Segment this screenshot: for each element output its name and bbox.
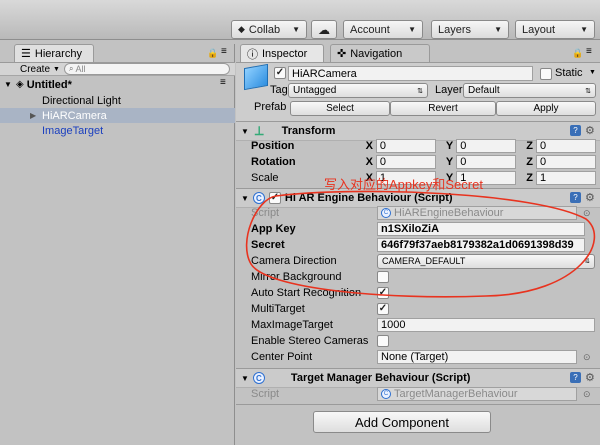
prefab-label: Prefab: [254, 101, 287, 113]
stereo-row: Enable Stereo Cameras: [251, 333, 600, 349]
rotation-z-field[interactable]: 0: [536, 155, 596, 169]
chevron-down-icon: ▼: [53, 65, 60, 73]
foldout-arrow-icon[interactable]: ▼: [241, 374, 249, 383]
tm-script-field[interactable]: C TargetManagerBehaviour: [377, 387, 577, 401]
help-book-icon[interactable]: ?: [570, 125, 581, 136]
prefab-revert-button[interactable]: Revert: [390, 101, 496, 116]
expand-arrow-icon[interactable]: ▼: [4, 80, 16, 89]
unity-scene-icon: ◈: [16, 79, 24, 90]
script-icon: C: [252, 372, 265, 384]
gear-icon[interactable]: ⚙: [585, 371, 595, 384]
cloud-icon: ☁: [318, 22, 330, 37]
layout-dropdown[interactable]: Layout ▼: [515, 20, 595, 39]
top-toolbar: ◆ Collab ▼ ☁ Account ▼ Layers ▼ Layout ▼: [0, 0, 600, 40]
active-checkbox[interactable]: [274, 67, 286, 79]
diamond-icon: ◆: [238, 24, 245, 34]
transform-axis-icon: ⟂: [254, 123, 264, 138]
expand-arrow-icon[interactable]: ▶: [30, 111, 42, 120]
divider: [236, 404, 600, 405]
annotation-ellipse: [245, 190, 596, 298]
prefab-apply-button[interactable]: Apply: [496, 101, 596, 116]
list-icon: ☰: [21, 48, 31, 60]
object-name-field[interactable]: HiARCamera: [288, 66, 533, 81]
target-manager-header[interactable]: ▼ C Target Manager Behaviour (Script): [236, 368, 600, 388]
account-dropdown[interactable]: Account ▼: [343, 20, 423, 39]
object-picker-icon[interactable]: ⊙: [583, 352, 591, 363]
position-y-field[interactable]: 0: [456, 139, 517, 153]
script-icon: C: [381, 389, 391, 399]
maximage-input[interactable]: 1000: [377, 318, 595, 332]
foldout-arrow-icon[interactable]: ▼: [241, 127, 249, 136]
collab-button[interactable]: ◆ Collab ▼: [231, 20, 307, 39]
navigation-icon: ✜: [337, 48, 347, 60]
panel-menu-icon[interactable]: ≡: [221, 46, 227, 57]
gear-icon[interactable]: ⚙: [585, 124, 595, 137]
create-dropdown[interactable]: Create ▼: [20, 62, 60, 76]
layers-dropdown[interactable]: Layers ▼: [431, 20, 509, 39]
add-component-button[interactable]: Add Component: [313, 411, 491, 433]
layer-dropdown[interactable]: Default ⇅: [463, 83, 596, 98]
stereo-cameras-checkbox[interactable]: [377, 335, 389, 347]
tab-navigation[interactable]: ✜ Navigation: [330, 44, 430, 62]
chevron-updown-icon: ⇅: [585, 87, 591, 95]
lock-icon[interactable]: 🔒: [572, 48, 583, 59]
hierarchy-panel: ☰ Hierarchy 🔒 ≡ Create ▼ ⌕ All ▼ ◈ Untit…: [0, 44, 235, 445]
center-point-row: Center Point None (Target) ⊙: [251, 350, 591, 364]
tab-hierarchy[interactable]: ☰ Hierarchy: [14, 44, 94, 62]
chevron-down-icon: ▼: [580, 25, 588, 34]
list-item[interactable]: ImageTarget: [42, 123, 103, 138]
chevron-down-icon: ▼: [408, 25, 416, 34]
center-point-field[interactable]: None (Target): [377, 350, 577, 364]
lock-icon[interactable]: 🔒: [207, 48, 218, 59]
info-icon: ⓘ: [247, 48, 258, 61]
scale-z-field[interactable]: 1: [536, 171, 596, 185]
rotation-x-field[interactable]: 0: [375, 155, 436, 169]
scene-menu-icon[interactable]: ≡: [220, 77, 226, 88]
tag-label: Tag: [270, 84, 288, 96]
object-picker-icon[interactable]: ⊙: [583, 389, 591, 400]
position-row: Position X0 Y0 Z0: [251, 138, 596, 154]
inspector-panel: ⓘ Inspector ✜ Navigation 🔒 ≡ HiARCamera …: [236, 44, 600, 445]
static-checkbox[interactable]: [540, 68, 552, 80]
position-z-field[interactable]: 0: [536, 139, 596, 153]
cloud-button[interactable]: ☁: [311, 20, 337, 39]
tm-script-row: Script C TargetManagerBehaviour ⊙: [251, 387, 591, 401]
maximage-row: MaxImageTarget 1000: [251, 317, 600, 333]
chevron-updown-icon: ⇅: [417, 87, 423, 95]
rotation-y-field[interactable]: 0: [456, 155, 517, 169]
search-input[interactable]: ⌕ All: [64, 63, 230, 75]
list-item-selected[interactable]: ▶ HiARCamera: [0, 108, 235, 123]
chevron-down-icon: ▼: [494, 25, 502, 34]
layer-label: Layer: [435, 84, 463, 96]
help-book-icon[interactable]: ?: [570, 372, 581, 383]
tag-dropdown[interactable]: Untagged ⇅: [288, 83, 428, 98]
panel-menu-icon[interactable]: ≡: [586, 46, 592, 57]
list-item[interactable]: Directional Light: [42, 93, 121, 108]
tab-inspector[interactable]: ⓘ Inspector: [240, 44, 324, 62]
prefab-select-button[interactable]: Select: [290, 101, 390, 116]
chevron-down-icon[interactable]: ▼: [589, 69, 596, 76]
gameobject-cube-icon: [244, 63, 268, 91]
search-icon: ⌕: [69, 64, 74, 73]
static-label: Static: [555, 67, 583, 79]
rotation-row: Rotation X0 Y0 Z0: [251, 154, 596, 170]
scene-row[interactable]: ▼ ◈ Untitled*: [4, 77, 234, 92]
multitarget-checkbox[interactable]: [377, 303, 389, 315]
chevron-down-icon: ▼: [292, 25, 300, 34]
position-x-field[interactable]: 0: [375, 139, 436, 153]
